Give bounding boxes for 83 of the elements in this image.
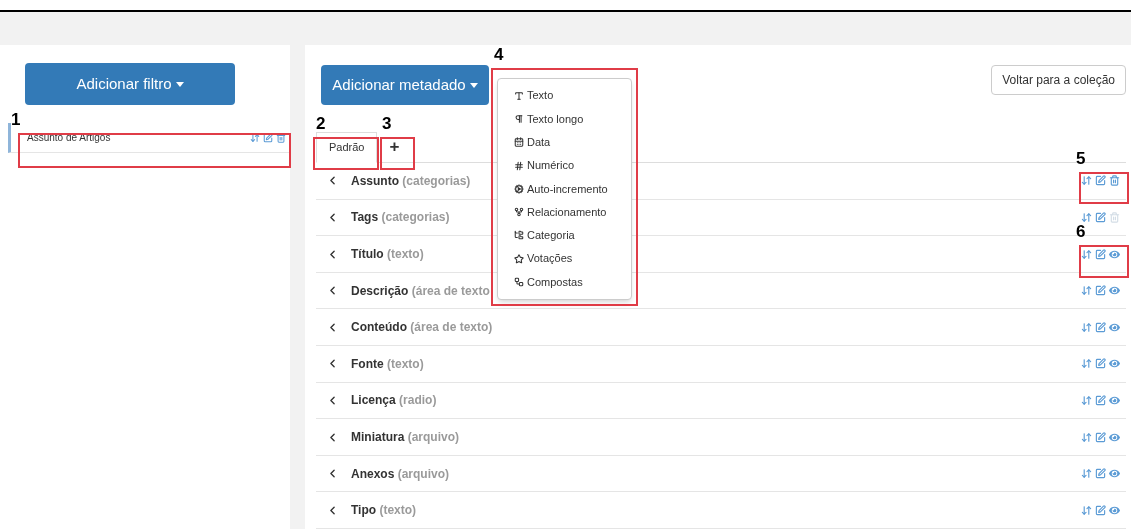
menu-item-label: Categoria [527, 228, 575, 244]
gear-icon [514, 183, 524, 194]
menu-item-label: Relacionamento [527, 204, 607, 220]
sort-icon[interactable] [1081, 285, 1092, 297]
tree-icon [514, 230, 524, 241]
menu-item-label: Votações [527, 251, 573, 267]
eye-icon[interactable] [1109, 358, 1120, 370]
eye-icon[interactable] [1109, 431, 1120, 443]
eye-icon[interactable] [1109, 285, 1120, 297]
edit-icon[interactable] [1095, 431, 1106, 443]
menu-item[interactable]: Categoria [498, 223, 631, 248]
annotation-number: 5 [1076, 150, 1086, 167]
pilcrow-icon [514, 113, 524, 124]
back-to-collection-button[interactable]: Voltar para a coleção [991, 65, 1126, 96]
edit-icon[interactable] [1095, 468, 1106, 480]
menu-item-label: Auto-incremento [527, 181, 608, 197]
metadata-label: Anexos (arquivo) [351, 465, 450, 483]
star-icon [514, 253, 524, 264]
edit-icon[interactable] [1095, 175, 1106, 187]
edit-icon[interactable] [1095, 358, 1106, 370]
annotation-box [1079, 172, 1129, 204]
edit-icon[interactable] [1095, 504, 1106, 516]
delete-icon[interactable] [276, 132, 286, 143]
annotation-number: 3 [382, 115, 392, 132]
annotation-number: 4 [494, 46, 504, 63]
edit-icon[interactable] [263, 132, 273, 143]
annotation-number: 2 [316, 115, 326, 132]
annotation-box [1079, 245, 1129, 278]
menu-item-label: Numérico [527, 158, 575, 174]
sort-icon[interactable] [250, 132, 260, 143]
metadata-label: Título (texto) [351, 246, 424, 264]
annotation-number: 6 [1076, 223, 1086, 240]
sort-icon[interactable] [1081, 394, 1092, 406]
menu-item-label: Data [527, 135, 551, 150]
metadata-label: Licença (radio) [351, 392, 437, 410]
edit-icon[interactable] [1095, 285, 1106, 297]
sort-icon[interactable] [1081, 321, 1092, 333]
sort-icon[interactable] [1081, 431, 1092, 443]
tab[interactable]: Padrão [316, 132, 378, 164]
menu-item-label: Texto longo [527, 111, 584, 127]
add-metadata-button[interactable]: Adicionar metadado [321, 65, 489, 106]
menu-item[interactable]: Auto-incremento [498, 177, 631, 201]
workflow-icon [514, 277, 524, 287]
metadata-label: Tags (categorias) [351, 209, 450, 227]
eye-icon[interactable] [1109, 468, 1120, 480]
menu-item[interactable]: Data [498, 130, 631, 154]
tab[interactable]: + [377, 131, 412, 163]
menu-item-label: Compostas [527, 274, 583, 290]
hash-icon [514, 160, 524, 171]
metadata-label: Miniatura (arquivo) [351, 429, 460, 446]
menu-item[interactable]: Texto longo [498, 107, 631, 131]
eye-icon[interactable] [1109, 321, 1120, 333]
sort-icon[interactable] [1081, 211, 1092, 223]
edit-icon[interactable] [1095, 394, 1106, 406]
edit-icon[interactable] [1095, 321, 1106, 333]
sort-icon[interactable] [1081, 248, 1092, 260]
menu-item[interactable]: Votações [498, 247, 631, 271]
caret-icon [175, 81, 184, 87]
caret-icon [469, 82, 478, 88]
metadata-label: Assunto (categorias) [351, 172, 471, 190]
edit-icon[interactable] [1095, 211, 1106, 223]
sort-icon[interactable] [1081, 358, 1092, 370]
delete-icon[interactable] [1109, 175, 1120, 187]
menu-item[interactable]: Texto [498, 84, 631, 108]
menu-item[interactable]: Compostas [498, 270, 631, 294]
menu-item[interactable]: Numérico [498, 153, 631, 178]
calendar-icon [514, 137, 524, 148]
sort-icon[interactable] [1081, 468, 1092, 480]
add-filter-button[interactable]: Adicionar filtro [25, 63, 235, 106]
metadata-label: Conteúdo (área de texto) [351, 319, 493, 337]
metadata-label: Descrição (área de texto [351, 282, 490, 300]
eye-icon[interactable] [1109, 504, 1120, 516]
eye-icon[interactable] [1109, 248, 1120, 260]
menu-item[interactable]: Relacionamento [498, 200, 631, 224]
menu-item-label: Texto [527, 88, 554, 104]
sort-icon[interactable] [1081, 504, 1092, 516]
sort-icon[interactable] [1081, 175, 1092, 187]
eye-icon[interactable] [1109, 394, 1120, 406]
metadata-label: Fonte (texto) [351, 355, 424, 373]
metadata-label: Tipo (texto) [351, 502, 417, 520]
fork-icon [514, 207, 524, 218]
edit-icon[interactable] [1095, 248, 1106, 260]
text-icon [514, 90, 524, 101]
